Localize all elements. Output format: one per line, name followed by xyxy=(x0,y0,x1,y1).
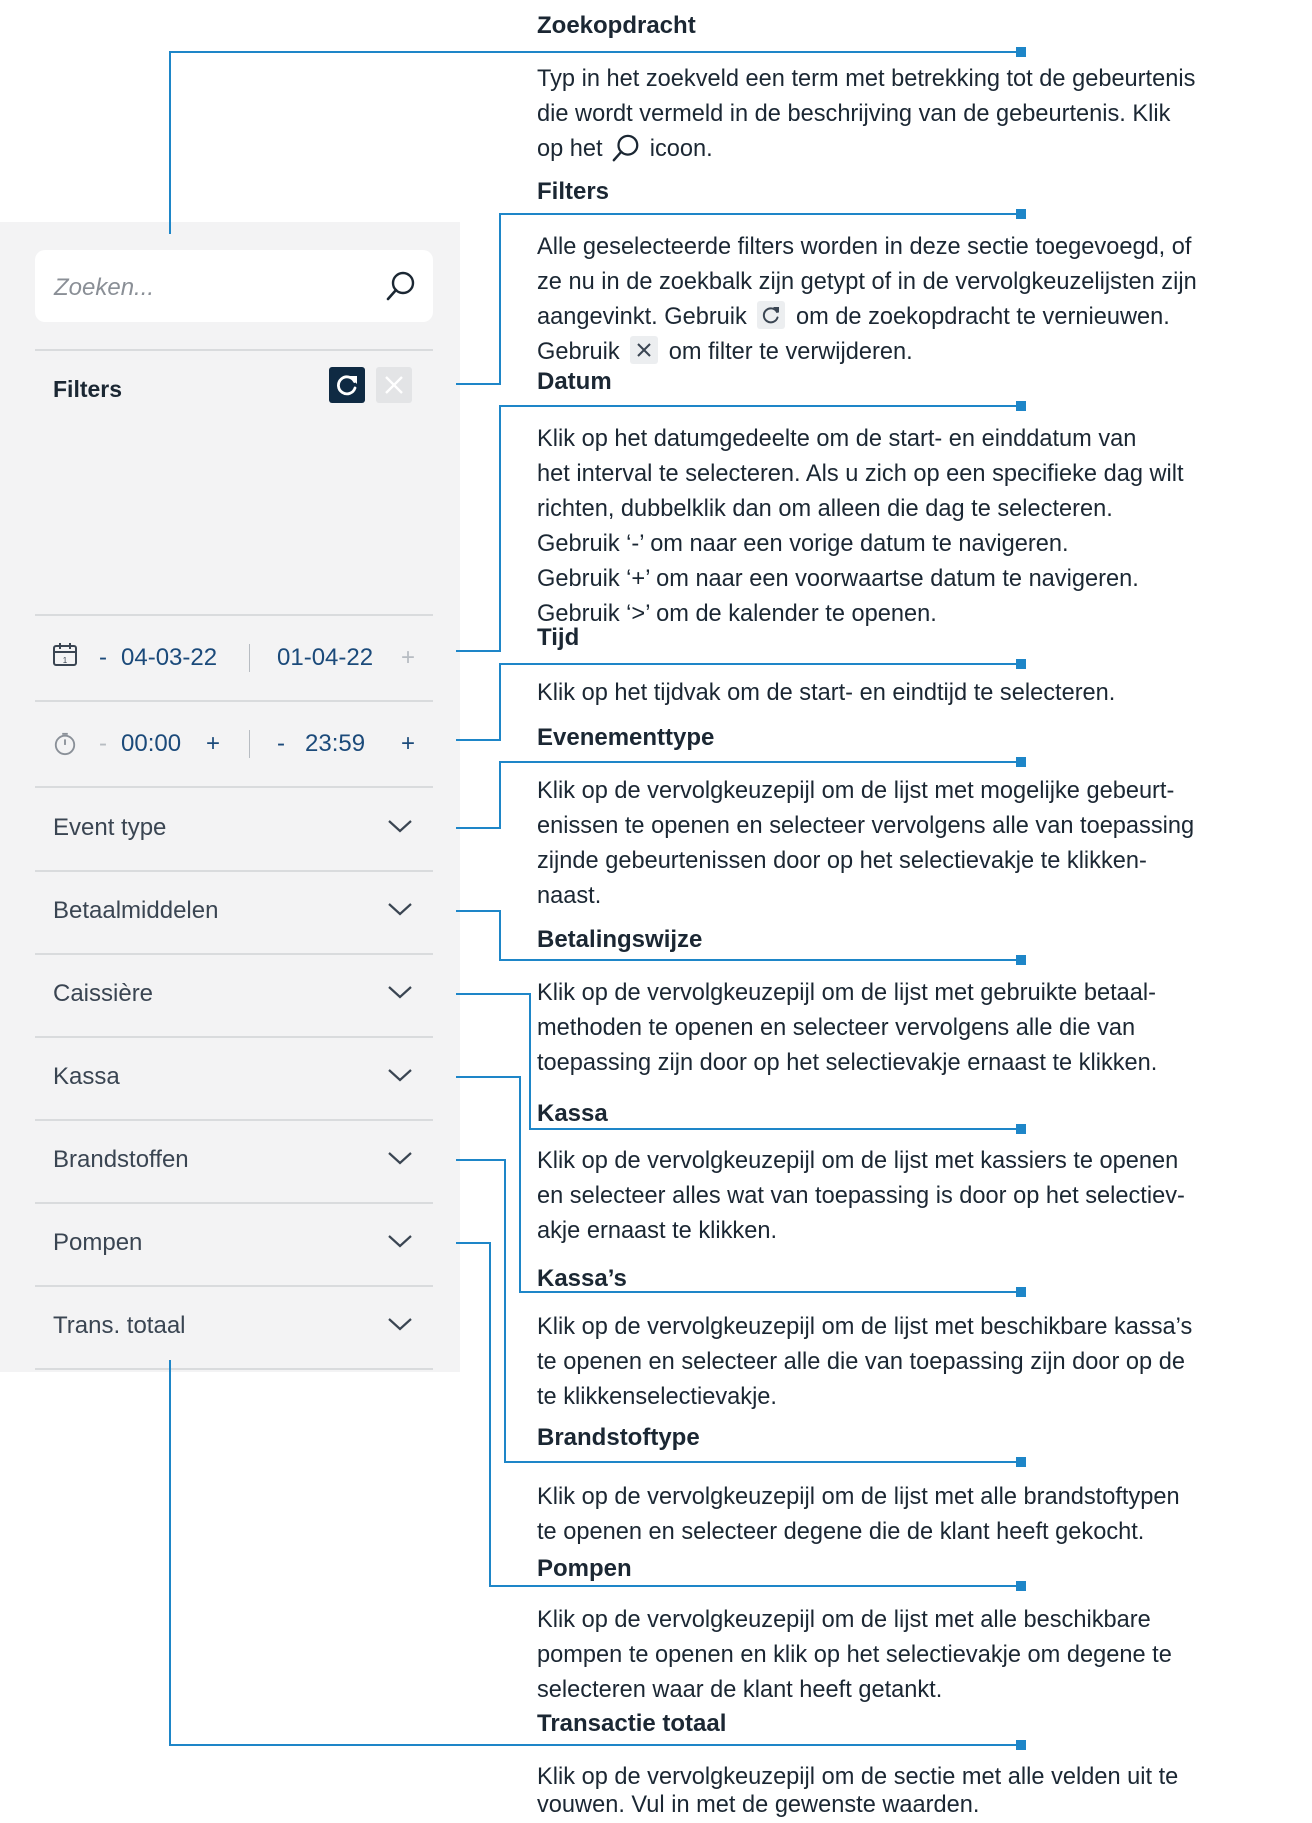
annotation-text: naast. xyxy=(537,883,602,909)
annotation-text: het interval te selecteren. Als u zich o… xyxy=(537,461,1184,487)
annotation-text: Klik op het tijdvak om de start- en eind… xyxy=(537,680,1116,706)
close-icon xyxy=(630,336,659,364)
annotation-text: zijnde gebeurtenissen door op het select… xyxy=(537,848,1147,874)
annotation-title-datum: Datum xyxy=(537,368,612,395)
annotation-text: pompen te openen en klik op het selectie… xyxy=(537,1642,1172,1668)
annotation-title-pompen: Pompen xyxy=(537,1555,632,1582)
annotation-text-part: Gebruik xyxy=(537,339,620,365)
annotation-title-kassa: Kassa xyxy=(537,1100,608,1127)
annotation-text: selecteren waar de klant heeft getankt. xyxy=(537,1677,943,1703)
annotation-text: akje ernaast te klikken. xyxy=(537,1218,777,1244)
annotation-text: te openen en selecteer degene die de kla… xyxy=(537,1519,1145,1545)
annotation-text: en selecteer alles wat van toepassing is… xyxy=(537,1183,1185,1209)
annotation-text: op het icoon. xyxy=(537,132,713,167)
annotation-text: Klik op de vervolgkeuzepijl om de lijst … xyxy=(537,1484,1180,1510)
annotation-text: ze nu in de zoekbalk zijn getypt of in d… xyxy=(537,269,1197,295)
annotation-title-kassas: Kassa’s xyxy=(537,1265,627,1292)
annotation-text-part: aangevinkt. Gebruik xyxy=(537,304,747,330)
annotation-text: richten, dubbelklik dan om alleen die da… xyxy=(537,496,1113,522)
annotation-text: aangevinkt. Gebruik om de zoekopdracht t… xyxy=(537,300,1170,335)
annotation-text: Alle geselecteerde filters worden in dez… xyxy=(537,234,1192,260)
annotation-title-transactie-totaal: Transactie totaal xyxy=(537,1710,727,1737)
annotation-text: Gebruik om filter te verwijderen. xyxy=(537,335,913,370)
annotation-text: Klik op de vervolgkeuzepijl om de lijst … xyxy=(537,1148,1179,1174)
annotation-text: Klik op het datumgedeelte om de start- e… xyxy=(537,426,1137,452)
annotation-title-filters: Filters xyxy=(537,178,610,205)
annotation-title-tijd: Tijd xyxy=(537,624,580,651)
annotation-text: toepassing zijn door op het selectievakj… xyxy=(537,1050,1158,1076)
annotation-title-betalingswijze: Betalingswijze xyxy=(537,926,703,953)
annotation-text: Gebruik ‘>’ om de kalender te openen. xyxy=(537,601,937,627)
annotation-text-part: om de zoekopdracht te vernieuwen. xyxy=(795,304,1170,330)
annotation-text: te openen en selecteer alle die van toep… xyxy=(537,1349,1185,1375)
annotation-text: die wordt vermeld in de beschrijving van… xyxy=(537,101,1171,127)
annotation-text: methoden te openen en selecteer vervolge… xyxy=(537,1015,1136,1041)
annotation-text: Klik op de vervolgkeuzepijl om de lijst … xyxy=(537,1607,1151,1633)
annotation-text: Klik op de vervolgkeuzepijl om de lijst … xyxy=(537,1314,1193,1340)
annotation-text: Klik op de vervolgkeuzepijl om de lijst … xyxy=(537,778,1175,804)
annotation-text: enissen te openen en selecteer vervolgen… xyxy=(537,813,1195,839)
search-icon xyxy=(612,134,639,162)
annotation-title-brandstoftype: Brandstoftype xyxy=(537,1424,700,1451)
refresh-icon xyxy=(757,301,786,329)
annotation-text: vouwen. Vul in met de gewenste waarden. xyxy=(537,1792,980,1818)
annotation-title-zoekopdracht: Zoekopdracht xyxy=(537,12,696,39)
annotation-text: te klikkenselectievakje. xyxy=(537,1384,777,1410)
annotation-text-part: icoon. xyxy=(649,136,713,162)
annotation-text: Gebruik ‘+’ om naar een voorwaartse datu… xyxy=(537,566,1139,592)
annotation-text: Gebruik ‘-’ om naar een vorige datum te … xyxy=(537,531,1069,557)
annotation-text: Klik op de vervolgkeuzepijl om de lijst … xyxy=(537,980,1156,1006)
annotation-title-evenementtype: Evenementtype xyxy=(537,724,715,751)
annotation-text-part: op het xyxy=(537,136,603,162)
annotation-text: Typ in het zoekveld een term met betrekk… xyxy=(537,66,1196,92)
annotation-text-part: om filter te verwijderen. xyxy=(668,339,913,365)
